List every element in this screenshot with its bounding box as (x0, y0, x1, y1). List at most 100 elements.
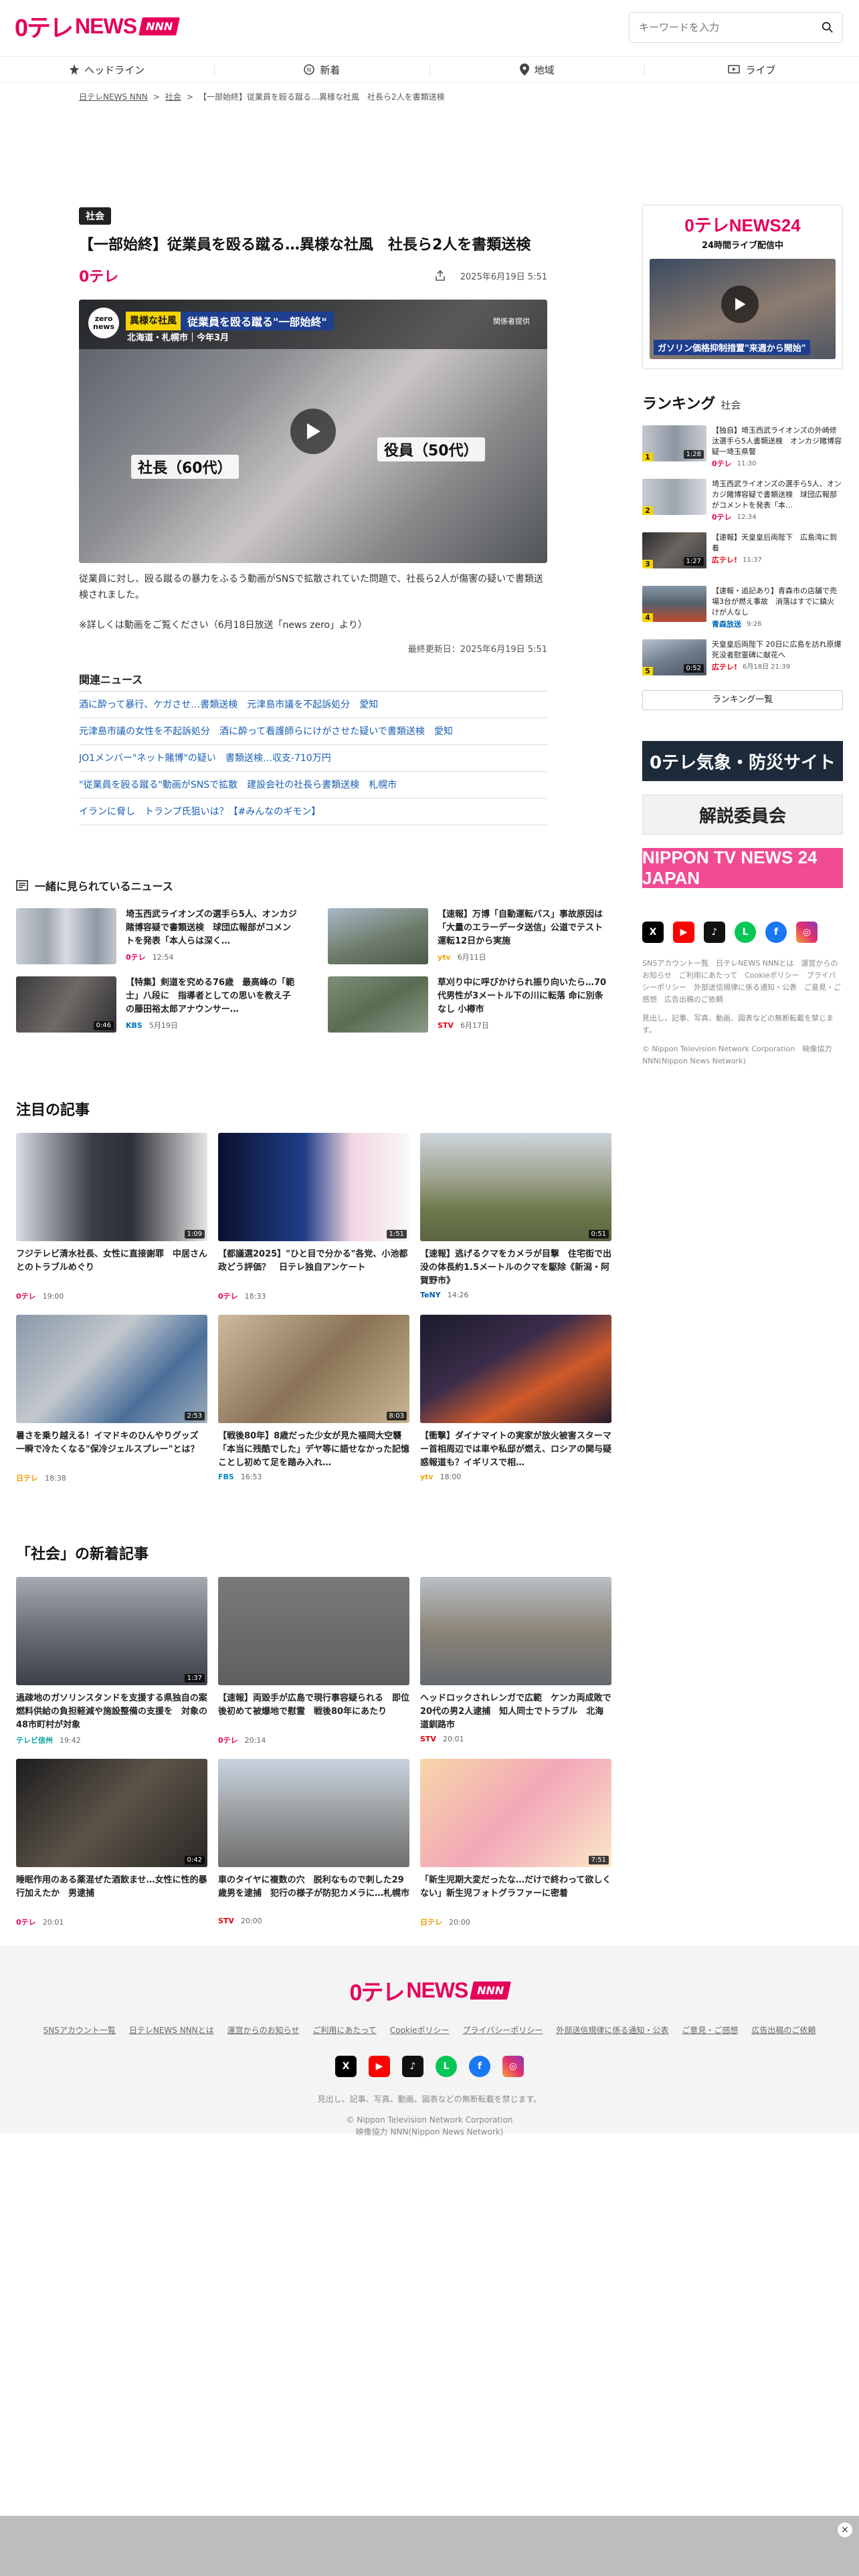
footer-logo[interactable]: 0テレ NEWS NNN (0, 1946, 859, 2007)
tiktok-icon[interactable]: ♪ (402, 2056, 423, 2077)
footer-link[interactable]: ご意見・ご感想 (682, 2024, 738, 2036)
x-icon[interactable]: X (335, 2056, 357, 2077)
list-item[interactable]: 草刈り中に呼びかけられ振り向いたら…70代男性が3メートル下の川に転落 命に別条… (328, 976, 609, 1033)
video-duration: 0:46 (93, 1021, 114, 1030)
play-button[interactable] (290, 409, 336, 454)
facebook-icon[interactable]: f (469, 2056, 490, 2077)
nav-live[interactable]: ライブ (645, 62, 859, 77)
article-card[interactable]: 1:09 フジテレビ清水社長、女性に直接謝罪 中居さんとのトラブルめぐり 0テレ… (16, 1133, 207, 1301)
list-item[interactable]: 【速報】万博「自動運転バス」事故原因は「大量のエラーデータ送信」公道でテスト運転… (328, 908, 609, 964)
live-stream-box[interactable]: 0テレNEWS24 24時間ライブ配信中 ガソリン価格抑制措置"来週から開始" (642, 205, 843, 369)
youtube-icon[interactable]: ▶ (369, 2056, 390, 2077)
footer-link[interactable]: Cookieポリシー (390, 2024, 450, 2036)
related-news-link[interactable]: "従業員を殴る蹴る"動画がSNSで拡散 建設会社の社長ら書類送検 札幌市 (79, 772, 547, 798)
thumbnail: 1:09 (16, 1133, 207, 1241)
article-card-title: 【速報】両毀手が広島で現行事容疑られる 即位後初めて被爆地で慰霊 戦後80年にあ… (218, 1693, 409, 1717)
x-icon[interactable]: X (642, 922, 664, 943)
article-card[interactable]: 1:51 【都議選2025】"ひと目で分かる"各党、小池都政どう評価？ 日テレ独… (218, 1133, 409, 1301)
map-pin-icon (519, 64, 529, 76)
footer-link[interactable]: 外部送信規律に係る通知・公表 (556, 2024, 668, 2036)
ranking-item[interactable]: 3 1:27 【速報】天皇皇后両陛下 広島湾に到着 広テレ! 11:37 (642, 532, 843, 574)
category-badge[interactable]: 社会 (79, 207, 111, 225)
ranking-item[interactable]: 2 埼玉西武ライオンズの選手ら5人、オンカジ賭博容疑で書類送検 球団広報部がコメ… (642, 479, 843, 522)
main-nav: ヘッドライン N 新着 地域 ライブ (0, 56, 859, 83)
article-card[interactable]: 0:51 【速報】逃げるクマをカメラが目撃 住宅街で出没の体長約1.5メートルの… (420, 1133, 611, 1301)
video-player[interactable]: zero news 異様な社風 従業員を殴る蹴る"一部始終" 北海道・札幌市｜今… (79, 300, 547, 563)
footer-link[interactable]: 日テレNEWS NNNとは (129, 2024, 214, 2036)
footer-link[interactable]: プライバシーポリシー (463, 2024, 543, 2036)
play-icon (735, 298, 746, 311)
svg-text:N: N (307, 68, 312, 74)
source-logo: 0テレ (79, 269, 119, 286)
list-item[interactable]: 0:46 【特集】剣道を究める76歳 最高峰の「範士」八段に 指導者としての思い… (16, 976, 297, 1033)
zero-badge: zero news (88, 308, 119, 338)
thumbnail (16, 908, 116, 964)
ranking-item[interactable]: 4 【速報・追記あり】青森市の店舗で売場3台が燃え事故 消落はすでに鎮火 けが人… (642, 586, 843, 629)
close-icon[interactable]: × (838, 2523, 852, 2537)
article-card[interactable]: 7:51 「新生児期大変だったな…だけで終わって欲しくない」新生児フォトグラファ… (420, 1759, 611, 1927)
related-news-link[interactable]: 元津島市議の女性を不起訴処分 酒に酔って看護師らにけがさせた疑いで書類送検 愛知 (79, 718, 547, 745)
featured-section: 注目の記事 1:09 フジテレビ清水社長、女性に直接謝罪 中居さんとのトラブルめ… (16, 1098, 611, 1483)
article-card[interactable]: 【衝撃】ダイナマイトの実家が放火被害スターマー首相周辺では車や私邸が燃え、ロシア… (420, 1315, 611, 1483)
sidebar-links[interactable]: SNSアカウント一覧 日テレNEWS NNNとは 運営からのお知らせ ご利用にあ… (642, 958, 843, 1006)
video-label-right: 役員（50代） (377, 437, 485, 461)
nav-label: ライブ (745, 64, 776, 76)
news-title: 【特集】剣道を究める76歳 最高峰の「範士」八段に 指導者としての思いを教え子の… (126, 978, 295, 1014)
footer-link[interactable]: 運営からのお知らせ (227, 2024, 300, 2036)
search-input[interactable] (630, 13, 813, 42)
thumbnail: 5 0:52 (642, 639, 706, 675)
logo-text: NEWS (406, 1978, 468, 2002)
weather-banner[interactable]: 0テレ気象・防災サイト (642, 741, 843, 781)
thumbnail: 1:37 (16, 1577, 207, 1685)
rank-number: 1 (642, 453, 653, 461)
article-card[interactable]: 2:53 暑さを乗り越える！イマドキのひんやりグッズ 一瞬で冷たくなる"保冷ジェ… (16, 1315, 207, 1483)
ad-banner[interactable]: × (0, 2516, 859, 2576)
nav-label: 新着 (320, 64, 341, 76)
ranking-item[interactable]: 5 0:52 天皇皇后両陛下 20日に広島を訪れ原爆死没者慰霊碑に献花へ 広テレ! 6… (642, 639, 843, 681)
nav-region[interactable]: 地域 (430, 62, 645, 77)
ranking-item[interactable]: 1 1:28 【独自】埼玉西武ライオンズの外崎修汰選手ら5人書類送検 オンカジ賭博… (642, 425, 843, 468)
instagram-icon[interactable]: ◎ (502, 2056, 524, 2077)
line-icon[interactable]: L (436, 2056, 457, 2077)
facebook-icon[interactable]: f (765, 922, 787, 943)
instagram-icon[interactable]: ◎ (796, 922, 818, 943)
live-subtitle: 24時間ライブ配信中 (701, 241, 784, 251)
list-item[interactable]: 埼玉西武ライオンズの選手ら5人、オンカジ賭博容疑で書類送検 球団広報部がコメント… (16, 908, 297, 964)
related-news-link[interactable]: 酒に酔って暴行、ケガさせ…書類送検 元津島市議を不起訴処分 愛知 (79, 691, 547, 718)
news-time: 19:42 (60, 1735, 81, 1745)
share-icon[interactable] (435, 270, 446, 281)
article-card[interactable]: 0:42 睡眠作用のある薬混ぜた酒飲ませ…女性に性的暴行加えたか 男逮捕 0テレ… (16, 1759, 207, 1927)
article-card[interactable]: 【速報】両毀手が広島で現行事容疑られる 即位後初めて被爆地で慰霊 戦後80年にあ… (218, 1577, 409, 1745)
commentary-banner[interactable]: 解説委員会 (642, 794, 843, 835)
nav-new[interactable]: N 新着 (215, 62, 430, 77)
article-card[interactable]: 車のタイヤに複数の穴 脱利なもので刺した29歳男を逮捕 犯行の様子が防犯カメラに… (218, 1759, 409, 1927)
thumbnail (328, 908, 428, 964)
tiktok-icon[interactable]: ♪ (704, 922, 725, 943)
video-duration: 0:52 (683, 664, 704, 673)
article-card[interactable]: ヘッドロックされレンガで広範 ケンカ両成敗で20代の男2人逮捕 知人同士でトラブ… (420, 1577, 611, 1745)
breadcrumb-home[interactable]: 日テレNEWS NNN (79, 91, 148, 102)
ranking-more-button[interactable]: ランキング一覧 (642, 690, 843, 710)
breadcrumb-category[interactable]: 社会 (165, 91, 181, 102)
video-duration: 1:09 (184, 1230, 205, 1239)
site-logo[interactable]: 0テレ NEWS NNN (15, 12, 181, 41)
ranking-item-title: 埼玉西武ライオンズの選手ら5人、オンカジ賭博容疑で書類送検 球団広報部がコメント… (712, 479, 842, 510)
news-time: 12:34 (737, 514, 757, 521)
related-news-link[interactable]: JO1メンバー"ネット賭博"の疑い 書類送検…収支-710万円 (79, 745, 547, 772)
ranking-item-title: 【速報】天皇皇后両陛下 広島湾に到着 (712, 533, 837, 552)
youtube-icon[interactable]: ▶ (673, 922, 694, 943)
search-icon[interactable] (813, 21, 842, 33)
nav-headline[interactable]: ヘッドライン (0, 62, 215, 77)
line-icon[interactable]: L (735, 922, 756, 943)
live-thumbnail[interactable]: ガソリン価格抑制措置"来週から開始" (650, 259, 836, 359)
new-icon: N (304, 64, 315, 75)
article-card[interactable]: 1:37 過疎地のガソリンスタンドを支援する県独自の案 燃料供給の負担軽減や施設… (16, 1577, 207, 1745)
ntv-news24-banner[interactable]: NIPPON TV NEWS 24 JAPAN (642, 847, 843, 888)
article-card[interactable]: 8:03 【戦後80年】8歳だった少女が見た福岡大空襲「本当に残酷でした」デヤ等… (218, 1315, 409, 1483)
related-news-link[interactable]: イランに脅し トランプ氏狙いは？【#みんなのギモン】 (79, 798, 547, 825)
news-source: 0テレ (126, 953, 146, 962)
footer-link[interactable]: ご利用にあたって (312, 2024, 376, 2036)
footer-link[interactable]: 広告出稿のご依頼 (751, 2024, 816, 2036)
footer-link[interactable]: SNSアカウント一覧 (43, 2024, 116, 2036)
play-button[interactable] (721, 286, 759, 323)
